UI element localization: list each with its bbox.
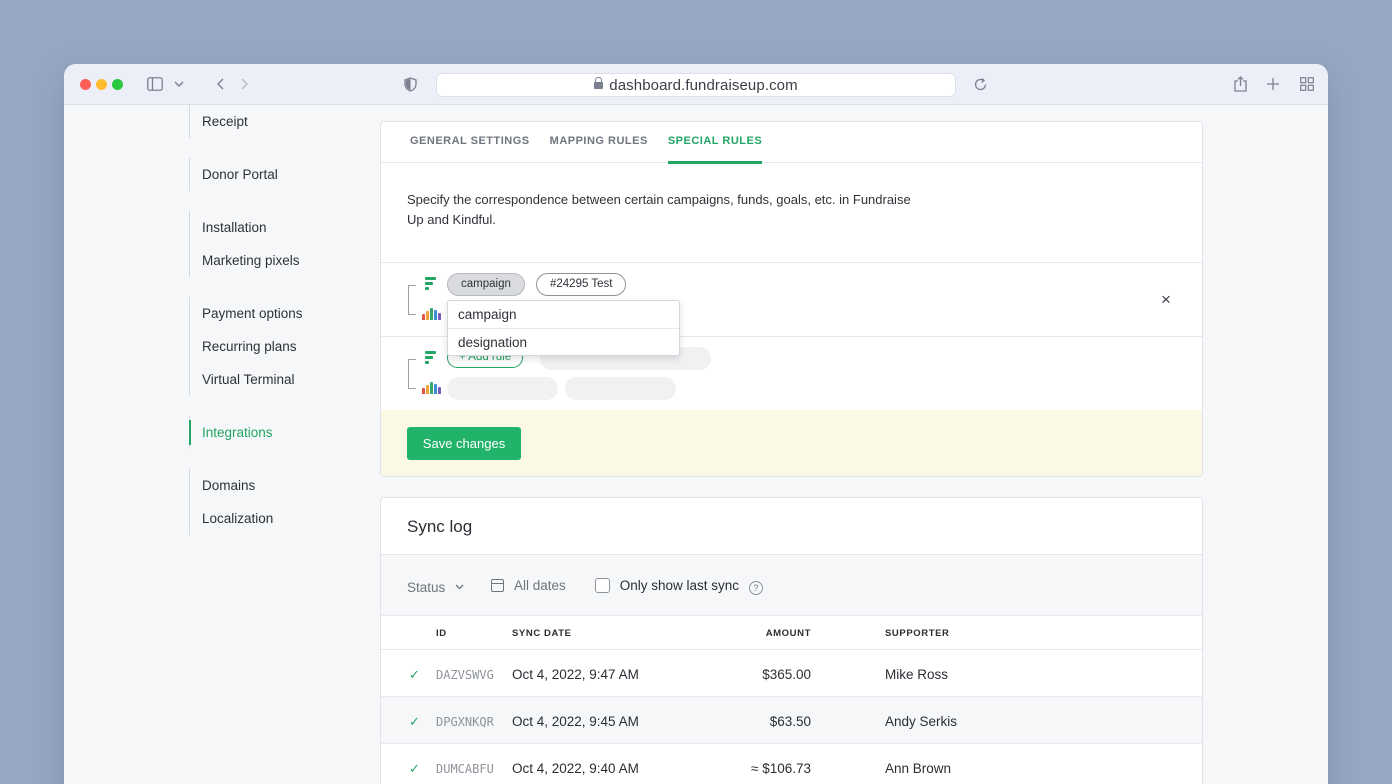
success-check-icon: ✓ [409, 761, 420, 776]
rule-value-chip[interactable]: #24295 Test [536, 273, 627, 296]
sidebar-item-domains[interactable]: Domains [190, 469, 389, 502]
table-row[interactable]: ✓ DAZVSWVG Oct 4, 2022, 9:47 AM $365.00 … [381, 650, 1202, 697]
save-bar: Save changes [381, 410, 1202, 476]
description-text: Specify the correspondence between certa… [407, 192, 911, 227]
rule-bracket [408, 285, 416, 315]
chevron-down-icon [455, 577, 464, 594]
date-filter[interactable]: All dates [491, 577, 566, 594]
sidebar-item-recurring-plans[interactable]: Recurring plans [190, 330, 389, 363]
sync-log-title: Sync log [381, 498, 1202, 555]
column-header-amount[interactable]: AMOUNT [711, 628, 811, 639]
calendar-icon [491, 579, 504, 592]
row-id: DPGXNKQR [436, 715, 494, 729]
row-sync-date: Oct 4, 2022, 9:47 AM [512, 667, 639, 682]
sidebar-group: Payment options Recurring plans Virtual … [189, 297, 389, 396]
settings-sidebar: Receipt Donor Portal Installation Market… [189, 105, 389, 555]
table-row[interactable]: ✓ DPGXNKQR Oct 4, 2022, 9:45 AM $63.50 A… [381, 697, 1202, 744]
tab-mapping-rules[interactable]: MAPPING RULES [550, 122, 648, 163]
sidebar-item-marketing-pixels[interactable]: Marketing pixels [190, 244, 389, 277]
browser-toolbar: dashboard.fundraiseup.com [64, 64, 1328, 105]
address-bar[interactable]: dashboard.fundraiseup.com [436, 73, 956, 97]
last-sync-filter[interactable]: Only show last sync ? [595, 577, 763, 595]
settings-tabs: GENERAL SETTINGS MAPPING RULES SPECIAL R… [381, 122, 1202, 164]
success-check-icon: ✓ [409, 714, 420, 729]
row-amount: ≈ $106.73 [751, 761, 811, 776]
row-amount: $63.50 [769, 714, 811, 729]
row-amount: $365.00 [762, 667, 811, 682]
new-tab-icon[interactable] [1264, 75, 1282, 93]
sync-log-table-header: ID SYNC DATE AMOUNT SUPPORTER [381, 616, 1202, 650]
sidebar-toggle-icon[interactable] [146, 75, 164, 93]
dropdown-option-designation[interactable]: designation [448, 328, 679, 355]
integration-settings-card: GENERAL SETTINGS MAPPING RULES SPECIAL R… [380, 121, 1203, 477]
reload-icon[interactable] [971, 75, 989, 93]
dropdown-option-campaign[interactable]: campaign [448, 301, 679, 328]
remove-rule-icon[interactable]: × [1161, 291, 1171, 308]
fundraiseup-logo-icon [425, 277, 437, 291]
last-sync-checkbox[interactable] [595, 578, 610, 593]
rule-type-dropdown: campaign designation [447, 300, 680, 356]
tab-overview-icon[interactable] [1298, 75, 1316, 93]
row-sync-date: Oct 4, 2022, 9:40 AM [512, 761, 639, 776]
kindful-logo-icon [422, 382, 441, 394]
special-rules-description: Specify the correspondence between certa… [381, 163, 1202, 263]
minimize-window-button[interactable] [96, 79, 107, 90]
tab-general-settings[interactable]: GENERAL SETTINGS [410, 122, 530, 163]
lock-icon [594, 77, 604, 91]
url-text: dashboard.fundraiseup.com [609, 76, 798, 94]
share-icon[interactable] [1231, 75, 1249, 93]
save-changes-button[interactable]: Save changes [407, 427, 521, 460]
table-row[interactable]: ✓ DUMCABFU Oct 4, 2022, 9:40 AM ≈ $106.7… [381, 744, 1202, 784]
row-sync-date: Oct 4, 2022, 9:45 AM [512, 714, 639, 729]
sidebar-group: Donor Portal [189, 158, 389, 191]
sidebar-item-donor-portal[interactable]: Donor Portal [190, 158, 389, 191]
row-id: DAZVSWVG [436, 668, 494, 682]
sync-log-card: Sync log Status All dates Only show last… [380, 497, 1203, 784]
row-supporter: Mike Ross [885, 667, 949, 682]
tab-special-rules[interactable]: SPECIAL RULES [667, 122, 763, 164]
forward-arrow-icon[interactable] [238, 75, 250, 93]
date-filter-label: All dates [514, 578, 566, 593]
kindful-logo-icon [422, 308, 441, 320]
rule-type-chip[interactable]: campaign [447, 273, 525, 296]
sidebar-item-payment-options[interactable]: Payment options [190, 297, 389, 330]
rule-bracket [408, 359, 416, 389]
sidebar-item-installation[interactable]: Installation [190, 211, 389, 244]
placeholder-chip [565, 377, 676, 400]
help-icon[interactable]: ? [748, 581, 763, 595]
row-supporter: Andy Serkis [885, 714, 958, 729]
fundraiseup-logo-icon [425, 351, 437, 365]
sidebar-group: Receipt [189, 105, 389, 138]
sidebar-item-integrations[interactable]: Integrations [189, 416, 389, 449]
row-supporter: Ann Brown [885, 761, 952, 776]
sidebar-group: Installation Marketing pixels [189, 211, 389, 277]
status-filter[interactable]: Status [407, 577, 464, 596]
row-id: DUMCABFU [436, 762, 494, 776]
status-filter-label: Status [407, 580, 446, 595]
sidebar-item-virtual-terminal[interactable]: Virtual Terminal [190, 363, 389, 396]
sidebar-group: Domains Localization [189, 469, 389, 535]
placeholder-chip [447, 377, 558, 400]
browser-window: dashboard.fundraiseup.com Receipt Donor … [64, 64, 1328, 784]
column-header-supporter[interactable]: SUPPORTER [885, 628, 950, 639]
close-window-button[interactable] [80, 79, 91, 90]
column-header-sync-date[interactable]: SYNC DATE [512, 628, 572, 639]
sidebar-group: Integrations [189, 416, 389, 449]
column-header-id[interactable]: ID [436, 628, 447, 639]
sidebar-item-receipt[interactable]: Receipt [190, 105, 389, 138]
shield-icon[interactable] [402, 75, 418, 93]
sync-log-filters: Status All dates Only show last sync ? [381, 555, 1202, 616]
success-check-icon: ✓ [409, 667, 420, 682]
last-sync-label: Only show last sync [619, 578, 740, 593]
chevron-down-icon[interactable] [172, 75, 186, 93]
back-arrow-icon[interactable] [214, 75, 226, 93]
zoom-window-button[interactable] [112, 79, 123, 90]
sidebar-item-localization[interactable]: Localization [190, 502, 389, 535]
